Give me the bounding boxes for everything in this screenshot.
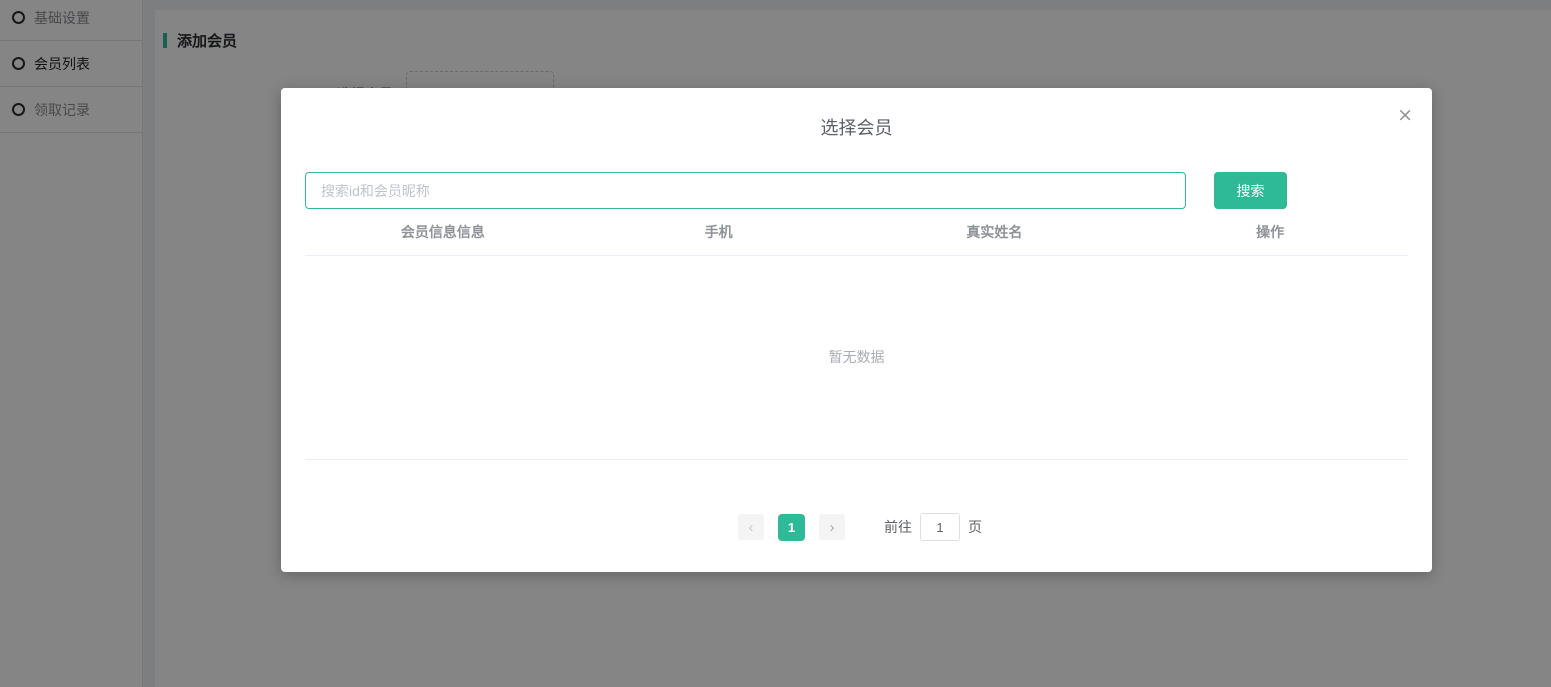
- next-page-icon[interactable]: ›: [819, 514, 845, 540]
- column-header-real-name: 真实姓名: [966, 224, 1023, 240]
- screen: 基础设置 会员列表 领取记录 添加会员 选择会员 × 选择会员 搜索: [0, 0, 1551, 687]
- goto-label: 前往: [884, 519, 912, 535]
- page-unit-label: 页: [968, 519, 982, 535]
- column-header-actions: 操作: [1256, 224, 1285, 240]
- pagination: ‹ 1 › 前往 页: [281, 513, 1432, 541]
- search-row: 搜索: [305, 172, 1287, 209]
- goto-page-input[interactable]: [920, 513, 960, 541]
- select-member-dialog: × 选择会员 搜索 会员信息信息 手机 真实姓名 操作 暂无数据 ‹ 1 › 前…: [281, 88, 1432, 572]
- page-number-button[interactable]: 1: [778, 513, 805, 541]
- goto-page-group: 前往 页: [884, 513, 982, 541]
- prev-page-icon[interactable]: ‹: [738, 514, 764, 540]
- column-header-member-info: 会员信息信息: [400, 224, 485, 240]
- search-button[interactable]: 搜索: [1214, 172, 1287, 209]
- empty-state-text: 暂无数据: [828, 349, 885, 365]
- table-body-empty: 暂无数据: [305, 255, 1408, 460]
- search-input[interactable]: [305, 172, 1186, 209]
- close-icon[interactable]: ×: [1397, 106, 1413, 125]
- table-header: 会员信息信息 手机 真实姓名 操作: [305, 222, 1408, 256]
- dialog-title: 选择会员: [820, 118, 893, 138]
- column-header-phone: 手机: [704, 224, 733, 240]
